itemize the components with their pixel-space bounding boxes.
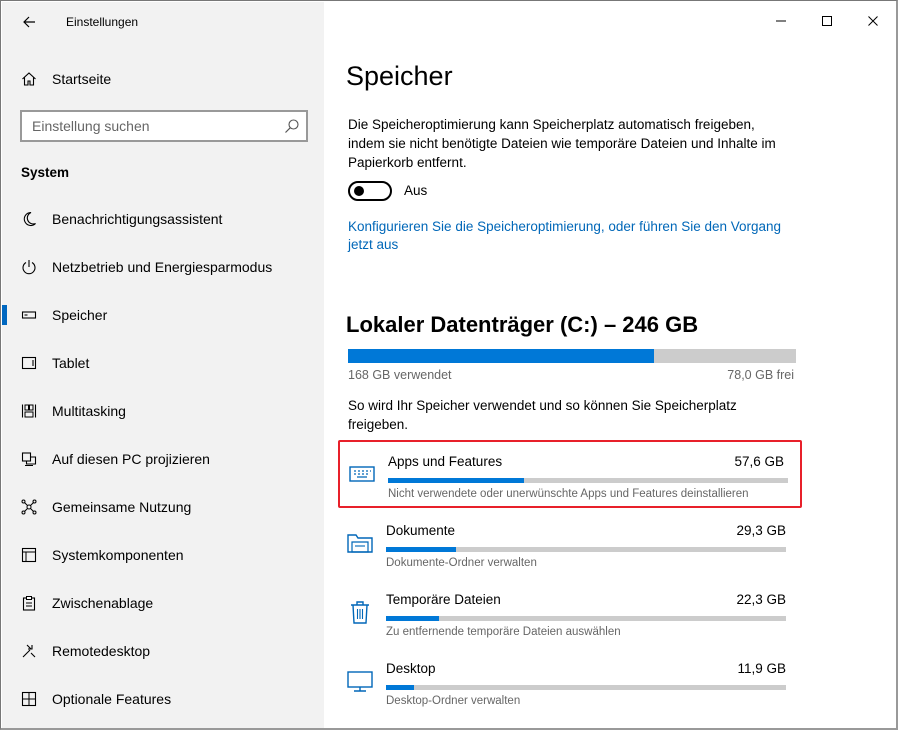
usage-description: So wird Ihr Speicher verwendet und so kö… bbox=[348, 398, 737, 432]
share-icon bbox=[20, 498, 38, 516]
keyboard-icon bbox=[349, 466, 375, 482]
storage-sense-description: Die Speicheroptimierung kann Speicherpla… bbox=[348, 117, 776, 170]
active-indicator bbox=[2, 305, 7, 325]
sidebar-item-label: Multitasking bbox=[52, 403, 126, 419]
search-input[interactable] bbox=[22, 112, 272, 140]
page-title: Speicher bbox=[346, 61, 453, 91]
sidebar-item-multitasking[interactable]: Multitasking bbox=[2, 391, 324, 431]
category-dokumente[interactable]: Dokumente 29,3 GB Dokumente-Ordner verwa… bbox=[338, 511, 802, 579]
moon-icon bbox=[20, 210, 38, 228]
sidebar-item-label: Benachrichtigungsassistent bbox=[52, 211, 223, 227]
multitasking-icon bbox=[20, 402, 38, 420]
sidebar-item-label: Netzbetrieb und Energiesparmodus bbox=[52, 259, 273, 275]
category-name: Apps und Features bbox=[388, 454, 503, 469]
title-bar: Einstellungen bbox=[2, 2, 324, 42]
sidebar-item-remotedesktop[interactable]: Remotedesktop bbox=[2, 631, 324, 671]
components-icon bbox=[20, 546, 38, 564]
trash-icon bbox=[351, 601, 369, 624]
power-icon bbox=[20, 258, 38, 276]
sidebar-item-projizieren[interactable]: Auf diesen PC projizieren bbox=[2, 439, 324, 479]
sidebar-item-label: Zwischenablage bbox=[52, 595, 154, 611]
category-usage-fill bbox=[386, 616, 440, 621]
category-usage-fill bbox=[386, 685, 415, 690]
category-usage-bar bbox=[386, 547, 786, 552]
configure-storage-sense-link[interactable]: Konfigurieren Sie die Speicheroptimierun… bbox=[348, 218, 808, 254]
drive-free-label: 78,0 GB frei bbox=[727, 368, 794, 382]
category-size: 57,6 GB bbox=[734, 454, 784, 469]
home-icon bbox=[20, 70, 38, 88]
sidebar-item-tablet[interactable]: Tablet bbox=[2, 343, 324, 383]
sidebar-item-zwischenablage[interactable]: Zwischenablage bbox=[2, 583, 324, 623]
sidebar-item-label: Remotedesktop bbox=[52, 643, 151, 659]
nav-home-label: Startseite bbox=[52, 71, 112, 87]
remote-desktop-icon bbox=[20, 642, 38, 660]
category-temporaere-dateien[interactable]: Temporäre Dateien 22,3 GB Zu entfernende… bbox=[338, 580, 802, 648]
sidebar-item-netzbetrieb[interactable]: Netzbetrieb und Energiesparmodus bbox=[2, 247, 324, 287]
sidebar: Einstellungen Startseite System Benachri… bbox=[2, 2, 324, 728]
project-icon bbox=[20, 450, 38, 468]
drive-usage-fill bbox=[348, 349, 654, 363]
category-usage-bar bbox=[386, 685, 786, 690]
sidebar-item-label: Optionale Features bbox=[52, 691, 172, 707]
monitor-icon bbox=[347, 671, 373, 692]
drive-title: Lokaler Datenträger (C:) – 246 GB bbox=[346, 312, 699, 337]
optional-features-icon bbox=[20, 690, 38, 708]
sidebar-item-benachrichtigungsassistent[interactable]: Benachrichtigungsassistent bbox=[2, 199, 324, 239]
sidebar-item-systemkomponenten[interactable]: Systemkomponenten bbox=[2, 535, 324, 575]
category-usage-fill bbox=[386, 547, 456, 552]
sidebar-item-label: Speicher bbox=[52, 307, 108, 323]
section-title: System bbox=[21, 165, 70, 180]
sidebar-item-gemeinsame-nutzung[interactable]: Gemeinsame Nutzung bbox=[2, 487, 324, 527]
sidebar-item-speicher[interactable]: Speicher bbox=[2, 295, 324, 335]
category-subtitle: Dokumente-Ordner verwalten bbox=[386, 557, 537, 569]
app-title: Einstellungen bbox=[66, 15, 139, 29]
category-size: 22,3 GB bbox=[736, 592, 786, 607]
sidebar-item-label: Gemeinsame Nutzung bbox=[52, 499, 192, 515]
main-content: Speicher Die Speicheroptimierung kann Sp… bbox=[324, 1, 896, 728]
category-desktop[interactable]: Desktop 11,9 GB Desktop-Ordner verwalten bbox=[338, 649, 802, 717]
clipboard-icon bbox=[20, 594, 38, 612]
sidebar-item-label: Tablet bbox=[52, 355, 90, 371]
sidebar-item-optionale-features[interactable]: Optionale Features bbox=[2, 679, 324, 719]
sidebar-item-label: Systemkomponenten bbox=[52, 547, 184, 563]
category-usage-bar bbox=[388, 478, 788, 483]
folder-icon bbox=[347, 534, 373, 553]
category-usage-fill bbox=[388, 478, 524, 483]
toggle-knob bbox=[354, 186, 364, 196]
category-subtitle: Zu entfernende temporäre Dateien auswähl… bbox=[386, 626, 621, 638]
back-arrow-icon bbox=[23, 16, 35, 28]
category-name: Dokumente bbox=[386, 523, 456, 538]
category-name: Temporäre Dateien bbox=[386, 592, 501, 607]
drive-usage-bar bbox=[348, 349, 796, 363]
toggle-state-label: Aus bbox=[404, 183, 428, 198]
category-subtitle: Nicht verwendete oder unerwünschte Apps … bbox=[388, 488, 749, 500]
drive-used-label: 168 GB verwendet bbox=[348, 368, 452, 382]
category-subtitle: Desktop-Ordner verwalten bbox=[386, 695, 521, 707]
nav-home[interactable]: Startseite bbox=[2, 60, 324, 98]
category-size: 29,3 GB bbox=[736, 523, 786, 538]
storage-icon bbox=[20, 306, 38, 324]
category-name: Desktop bbox=[386, 661, 436, 676]
search-box[interactable] bbox=[20, 110, 308, 142]
category-usage-bar bbox=[386, 616, 786, 621]
tablet-icon bbox=[20, 354, 38, 372]
category-apps-features[interactable]: Apps und Features 57,6 GB Nicht verwende… bbox=[338, 440, 802, 508]
settings-window: Einstellungen Startseite System Benachri… bbox=[0, 0, 898, 730]
search-icon[interactable] bbox=[284, 118, 300, 134]
sidebar-item-label: Auf diesen PC projizieren bbox=[52, 451, 210, 467]
category-size: 11,9 GB bbox=[737, 661, 786, 676]
storage-sense-toggle[interactable] bbox=[348, 181, 392, 201]
back-button[interactable] bbox=[18, 11, 40, 33]
